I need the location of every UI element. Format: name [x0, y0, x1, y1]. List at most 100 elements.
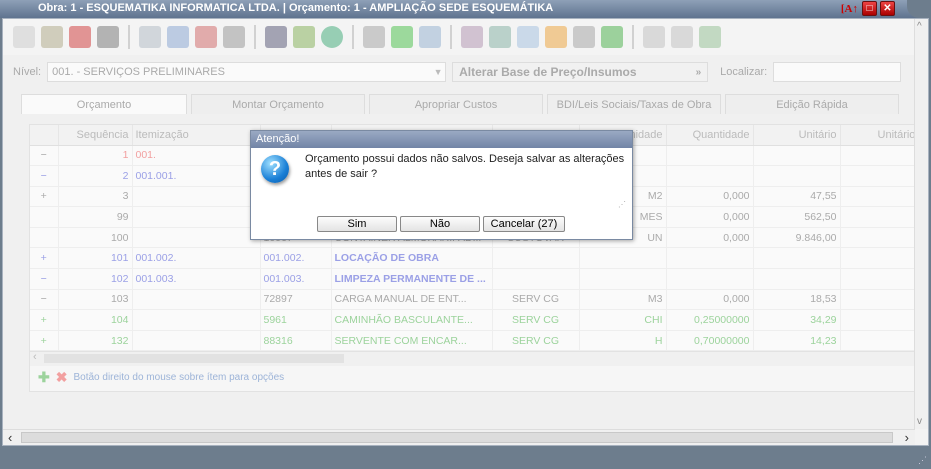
remove-item-icon[interactable]: ✖: [56, 369, 68, 386]
quantity-cell: 0,000: [666, 186, 754, 208]
base-cell: SERV CG: [492, 330, 580, 351]
ruler-icon[interactable]: [461, 26, 483, 48]
window-hscroll-thumb[interactable]: [21, 432, 893, 443]
chart-bars-icon[interactable]: [195, 26, 217, 48]
nivel-select[interactable]: 001. - SERVIÇOS PRELIMINARES ▼: [47, 62, 447, 82]
tab-montar-orcamento[interactable]: Montar Orçamento: [191, 94, 365, 114]
unit-cell: M3: [579, 289, 667, 311]
itemization-cell: 001.001.: [132, 165, 261, 187]
eraser-icon[interactable]: [489, 26, 511, 48]
quantity-cell: 0,000: [666, 227, 754, 249]
sequence-cell: 2: [58, 165, 133, 187]
table-row[interactable]: −102 001.003. 001.003. LIMPEZA PERMANENTE D…: [30, 268, 914, 290]
cancel-button[interactable]: Cancelar (27): [483, 216, 565, 232]
title-bar-corner: [907, 0, 931, 18]
itemization-cell: [132, 206, 261, 228]
check-icon[interactable]: [601, 26, 623, 48]
grid-hscroll-thumb[interactable]: [44, 354, 344, 363]
alterar-base-button[interactable]: Alterar Base de Preço/Insumos »: [452, 62, 709, 82]
auto-icon[interactable]: [321, 26, 343, 48]
maximize-button[interactable]: □: [862, 1, 877, 16]
localizar-input[interactable]: [773, 62, 902, 82]
table-row[interactable]: +101 001.002. 001.002. LOCAÇÃO DE OBRA: [30, 247, 914, 270]
scroll-right-icon[interactable]: ›: [905, 430, 909, 445]
sequence-cell: 99: [58, 206, 133, 228]
toolbar-separator: [450, 25, 452, 49]
quantity-cell: 0,70000000: [666, 330, 754, 351]
expand-toggle[interactable]: +: [30, 309, 59, 331]
money-icon[interactable]: [391, 26, 413, 48]
status-bar: ⋰: [0, 446, 931, 469]
nivel-label: Nível:: [13, 66, 42, 78]
save-icon[interactable]: [69, 26, 91, 48]
copy-icon[interactable]: [223, 26, 245, 48]
tab-orcamento[interactable]: Orçamento: [21, 94, 187, 114]
grid-hscrollbar[interactable]: ‹: [30, 351, 916, 366]
toolbar-separator: [128, 25, 130, 49]
doc-icon[interactable]: [363, 26, 385, 48]
unit-price-tax-cell: 0,00: [840, 227, 914, 249]
trash-icon[interactable]: [97, 26, 119, 48]
unit-price-cell: 562,50: [753, 206, 841, 228]
no-button[interactable]: Não: [400, 216, 480, 232]
dialog-title: Atenção!: [251, 131, 632, 148]
table-row[interactable]: +132 88316 SERVENTE COM ENCAR... SERV CG H 0,…: [30, 330, 914, 351]
grid-icon[interactable]: [139, 26, 161, 48]
edit-icon[interactable]: [41, 26, 63, 48]
cut-icon[interactable]: [671, 26, 693, 48]
edit-pencil-icon[interactable]: [699, 26, 721, 48]
col-header-unitario-taxas[interactable]: Unitário + Taxas: [840, 125, 914, 146]
col-header-itemizacao[interactable]: Itemização: [132, 125, 261, 146]
new-doc-icon[interactable]: [13, 26, 35, 48]
table-icon[interactable]: [265, 26, 287, 48]
scroll-left-icon[interactable]: ‹: [8, 430, 12, 445]
expand-toggle[interactable]: −: [30, 165, 59, 187]
scroll-up-icon[interactable]: ^: [917, 21, 922, 32]
scroll-down-icon[interactable]: v: [917, 416, 922, 427]
tab-edicao-rapida[interactable]: Edição Rápida: [725, 94, 899, 114]
grid-footer: ‹ ✚ ✖ Botão direito do mouse sobre ítem …: [29, 351, 916, 392]
add-item-icon[interactable]: ✚: [38, 369, 50, 386]
expand-toggle[interactable]: +: [30, 247, 59, 270]
expand-toggle[interactable]: [30, 227, 59, 249]
tab-bdi[interactable]: BDI/Leis Sociais/Taxas de Obra: [547, 94, 721, 114]
bar-chart-icon[interactable]: [545, 26, 567, 48]
sequence-cell: 3: [58, 186, 133, 208]
window-vscrollbar[interactable]: ^ v: [914, 19, 928, 429]
itemization-cell: 001.003.: [132, 268, 261, 290]
itemization-cell: [132, 227, 261, 249]
unit-price-tax-cell: 34,29: [840, 309, 914, 331]
tag-icon[interactable]: [419, 26, 441, 48]
toolbar: [3, 19, 915, 55]
tab-apropriar-custos[interactable]: Apropriar Custos: [369, 94, 543, 114]
resize-grip-icon[interactable]: ⋰: [618, 200, 626, 209]
col-header-unitario[interactable]: Unitário: [753, 125, 841, 146]
window-hscrollbar[interactable]: ‹ ›: [3, 429, 915, 445]
font-size-indicator[interactable]: [A↑: [841, 3, 858, 15]
expand-toggle[interactable]: [30, 206, 59, 228]
expand-toggle[interactable]: +: [30, 330, 59, 351]
base-cell: SERV CG: [492, 289, 580, 311]
col-header-quantidade[interactable]: Quantidade: [666, 125, 754, 146]
expand-toggle[interactable]: −: [30, 145, 59, 167]
chevron-down-icon[interactable]: ▼: [431, 67, 445, 77]
expand-toggle[interactable]: +: [30, 186, 59, 208]
col-header-sequencia[interactable]: Sequência: [58, 125, 133, 146]
blank-doc-icon[interactable]: [643, 26, 665, 48]
expand-toggle[interactable]: −: [30, 268, 59, 290]
paste-icon[interactable]: [573, 26, 595, 48]
expand-toggle[interactable]: −: [30, 289, 59, 311]
code-cell: 5961: [260, 309, 332, 331]
yes-button[interactable]: Sim: [317, 216, 397, 232]
resize-grip-icon[interactable]: ⋰: [918, 455, 927, 466]
scroll-left-icon[interactable]: ‹: [33, 351, 37, 363]
close-button[interactable]: ✕: [880, 1, 895, 16]
unit-price-tax-cell: [840, 165, 914, 187]
table-row[interactable]: +104 5961 CAMINHÃO BASCULANTE... SERV CG CHI…: [30, 309, 914, 331]
network-icon[interactable]: [517, 26, 539, 48]
unit-price-tax-cell: [840, 145, 914, 167]
toolbar-separator: [632, 25, 634, 49]
table-row[interactable]: −103 72897 CARGA MANUAL DE ENT... SERV CG M3…: [30, 289, 914, 311]
pencil-icon[interactable]: [293, 26, 315, 48]
list-icon[interactable]: [167, 26, 189, 48]
